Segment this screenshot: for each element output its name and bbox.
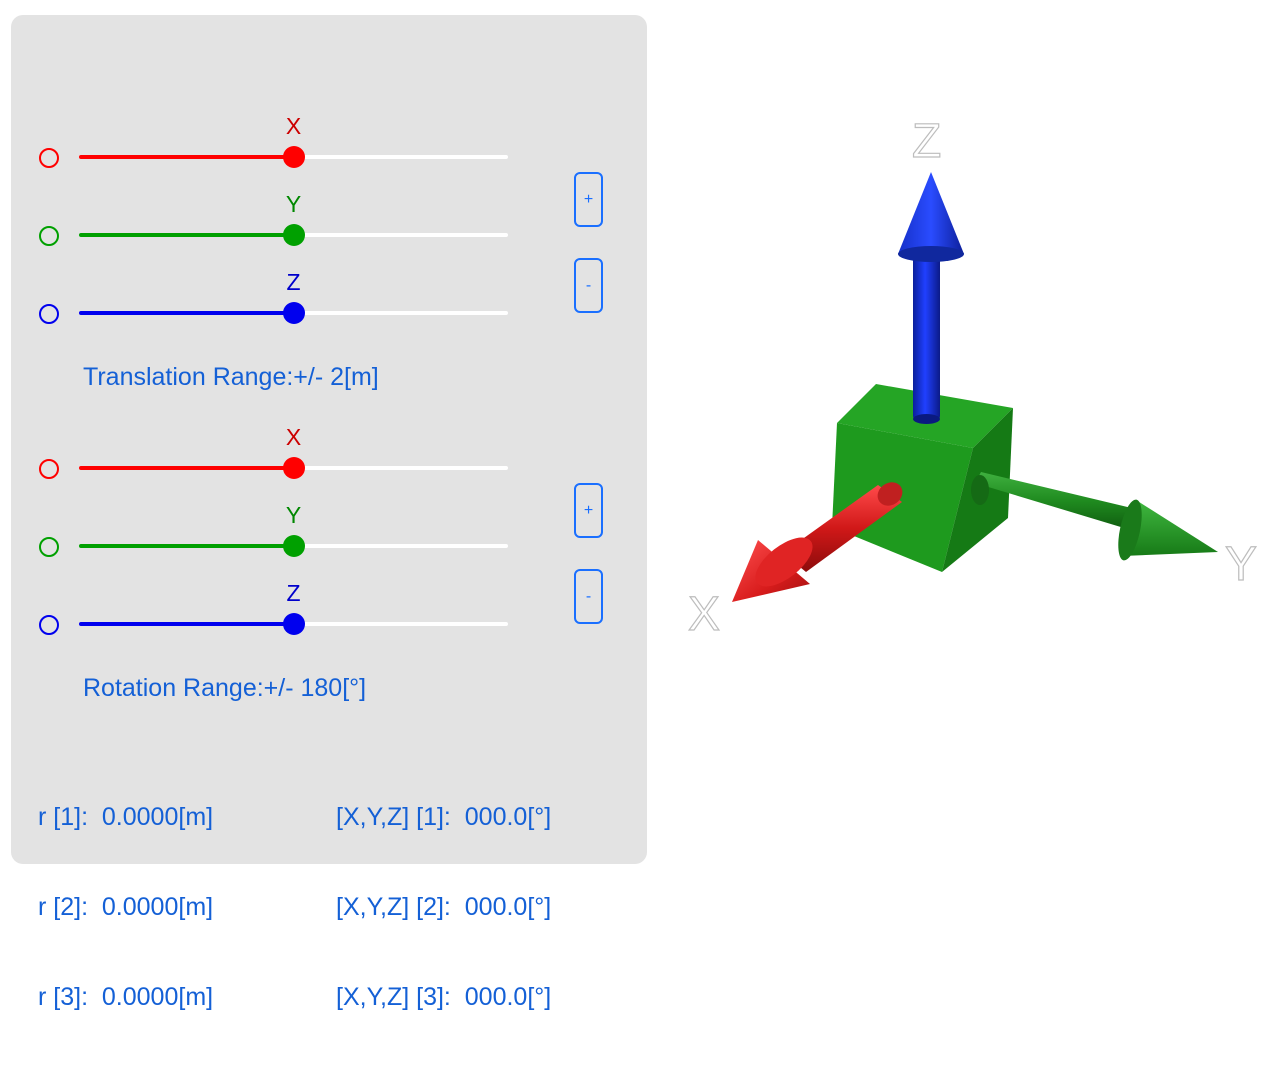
position-readout-2: r [2]: 0.0000[m] (38, 893, 214, 921)
rotation-y-axis-label: Y (285, 502, 302, 528)
translation-x-reset-button[interactable] (39, 148, 59, 168)
z-axis-cone (898, 172, 964, 254)
rotation-increase-button[interactable]: + (574, 483, 603, 538)
rotation-y-track[interactable]: Y (79, 502, 508, 557)
rotation-x-thumb[interactable] (282, 457, 305, 479)
rotation-z-reset-button[interactable] (39, 615, 59, 635)
rotation-y-thumb[interactable] (282, 535, 305, 557)
translation-y-thumb[interactable] (282, 224, 305, 246)
translation-y-axis-label: Y (285, 191, 302, 217)
rotation-x-axis-label: X (285, 424, 302, 450)
translation-x-thumb[interactable] (282, 146, 305, 168)
rotation-x-reset-button[interactable] (39, 459, 59, 479)
translation-increase-button[interactable]: + (574, 172, 603, 227)
z-axis-shaft-base (913, 414, 940, 424)
rotation-slider-y: Y (11, 502, 571, 574)
control-panel: X Y Z + - Translation Range:+/- 2[m] X Y… (11, 15, 647, 1011)
rotation-z-axis-label: Z (286, 580, 301, 606)
rotation-y-reset-button[interactable] (39, 537, 59, 557)
rotation-z-fill (79, 622, 294, 626)
translation-y-fill (79, 233, 294, 237)
x-axis-text: X (688, 588, 720, 641)
y-axis-arrow (971, 472, 1218, 561)
coordinate-frame-scene[interactable]: Z Y X (660, 60, 1280, 700)
translation-x-track[interactable]: X (79, 113, 508, 168)
translation-y-reset-button[interactable] (39, 226, 59, 246)
translation-y-track[interactable]: Y (79, 191, 508, 246)
translation-x-axis-label: X (285, 113, 302, 139)
rotation-z-track[interactable]: Z (79, 580, 508, 635)
translation-range-label: Translation Range:+/- 2[m] (83, 363, 379, 391)
rotation-readout-1: [X,Y,Z] [1]: 000.0[°] (336, 803, 552, 831)
position-readouts: r [1]: 0.0000[m] r [2]: 0.0000[m] r [3]:… (38, 742, 213, 1072)
translation-z-fill (79, 311, 294, 315)
rotation-z-thumb[interactable] (282, 613, 305, 635)
translation-slider-x: X (11, 113, 571, 185)
translation-z-axis-label: Z (286, 269, 301, 295)
rotation-slider-z: Z (11, 580, 571, 652)
z-axis-cone-base (898, 246, 964, 262)
rotation-slider-x: X (11, 424, 571, 496)
z-axis-shaft (913, 255, 940, 420)
rotation-readouts: [X,Y,Z] [1]: 000.0[°] [X,Y,Z] [2]: 000.0… (336, 742, 551, 1072)
translation-z-thumb[interactable] (282, 302, 305, 324)
z-axis-arrow (898, 172, 964, 424)
translation-x-fill (79, 155, 294, 159)
rotation-decrease-button[interactable]: - (574, 569, 603, 624)
position-readout-3: r [3]: 0.0000[m] (38, 983, 214, 1011)
z-axis-text: Z (912, 115, 941, 168)
translation-slider-y: Y (11, 191, 571, 263)
translation-z-track[interactable]: Z (79, 269, 508, 324)
position-readout-1: r [1]: 0.0000[m] (38, 803, 214, 831)
y-axis-text: Y (1225, 538, 1257, 591)
translation-decrease-button[interactable]: - (574, 258, 603, 313)
rotation-readout-3: [X,Y,Z] [3]: 000.0[°] (336, 983, 552, 1011)
3d-viewport[interactable]: Z Y X (660, 60, 1280, 700)
rotation-x-track[interactable]: X (79, 424, 508, 479)
translation-z-reset-button[interactable] (39, 304, 59, 324)
rotation-readout-2: [X,Y,Z] [2]: 000.0[°] (336, 893, 552, 921)
y-axis-shaft-base (971, 475, 989, 505)
rotation-y-fill (79, 544, 294, 548)
rotation-range-label: Rotation Range:+/- 180[°] (83, 674, 367, 702)
translation-slider-z: Z (11, 269, 571, 341)
rotation-x-fill (79, 466, 294, 470)
